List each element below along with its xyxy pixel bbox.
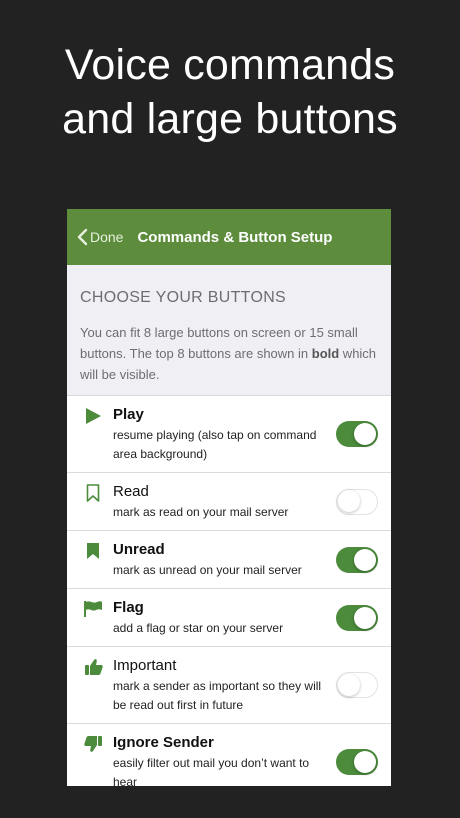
item-desc: resume playing (also tap on command area… xyxy=(113,428,317,461)
navigation-bar: Done Commands & Button Setup xyxy=(67,209,391,265)
done-back-button[interactable]: Done xyxy=(77,228,123,246)
headline: Voice commands and large buttons xyxy=(0,38,460,146)
toggle-switch[interactable] xyxy=(336,546,378,573)
thumbs-down-icon xyxy=(83,734,103,754)
page-title: Commands & Button Setup xyxy=(137,228,333,246)
toggle-switch[interactable] xyxy=(336,749,378,775)
bookmark-outline-icon xyxy=(83,483,103,503)
list-item-play: Play resume playing (also tap on command… xyxy=(67,396,391,473)
item-desc: easily filter out mail you don’t want to… xyxy=(113,756,310,786)
list-item-unread: Unread mark as unread on your mail serve… xyxy=(67,531,391,589)
toggle-switch[interactable] xyxy=(336,672,378,698)
item-desc: mark as read on your mail server xyxy=(113,505,289,519)
phone-screen: Done Commands & Button Setup CHOOSE YOUR… xyxy=(67,209,391,786)
headline-line-2: and large buttons xyxy=(62,95,398,143)
toggle-switch[interactable] xyxy=(336,604,378,631)
item-name: Ignore Sender xyxy=(113,734,214,751)
flag-icon xyxy=(83,599,103,619)
item-desc: add a flag or star on your server xyxy=(113,621,284,635)
list-item-ignore-sender: Ignore Sender easily filter out mail you… xyxy=(67,724,391,786)
item-name: Play xyxy=(113,406,144,423)
list-item-read: Read mark as read on your mail server xyxy=(67,473,391,531)
play-icon xyxy=(83,406,103,426)
item-desc: mark as unread on your mail server xyxy=(113,563,302,577)
item-name: Read xyxy=(113,483,149,500)
section-header: CHOOSE YOUR BUTTONS xyxy=(80,289,287,306)
section-description: You can fit 8 large buttons on screen or… xyxy=(67,307,391,395)
item-name: Important xyxy=(113,657,177,674)
toggle-switch[interactable] xyxy=(336,421,378,447)
desc-bold: bold xyxy=(311,346,340,361)
back-label: Done xyxy=(90,229,124,245)
item-desc: mark a sender as important so they will … xyxy=(113,679,322,712)
item-name: Unread xyxy=(113,541,165,558)
list-item-important: Important mark a sender as important so … xyxy=(67,647,391,724)
button-list: Play resume playing (also tap on command… xyxy=(67,395,391,786)
chevron-left-icon xyxy=(77,228,88,246)
toggle-switch[interactable] xyxy=(336,488,378,515)
bookmark-filled-icon xyxy=(83,541,103,561)
thumbs-up-icon xyxy=(83,657,103,677)
list-item-flag: Flag add a flag or star on your server xyxy=(67,589,391,647)
item-name: Flag xyxy=(113,599,144,616)
headline-line-1: Voice commands xyxy=(64,41,396,89)
